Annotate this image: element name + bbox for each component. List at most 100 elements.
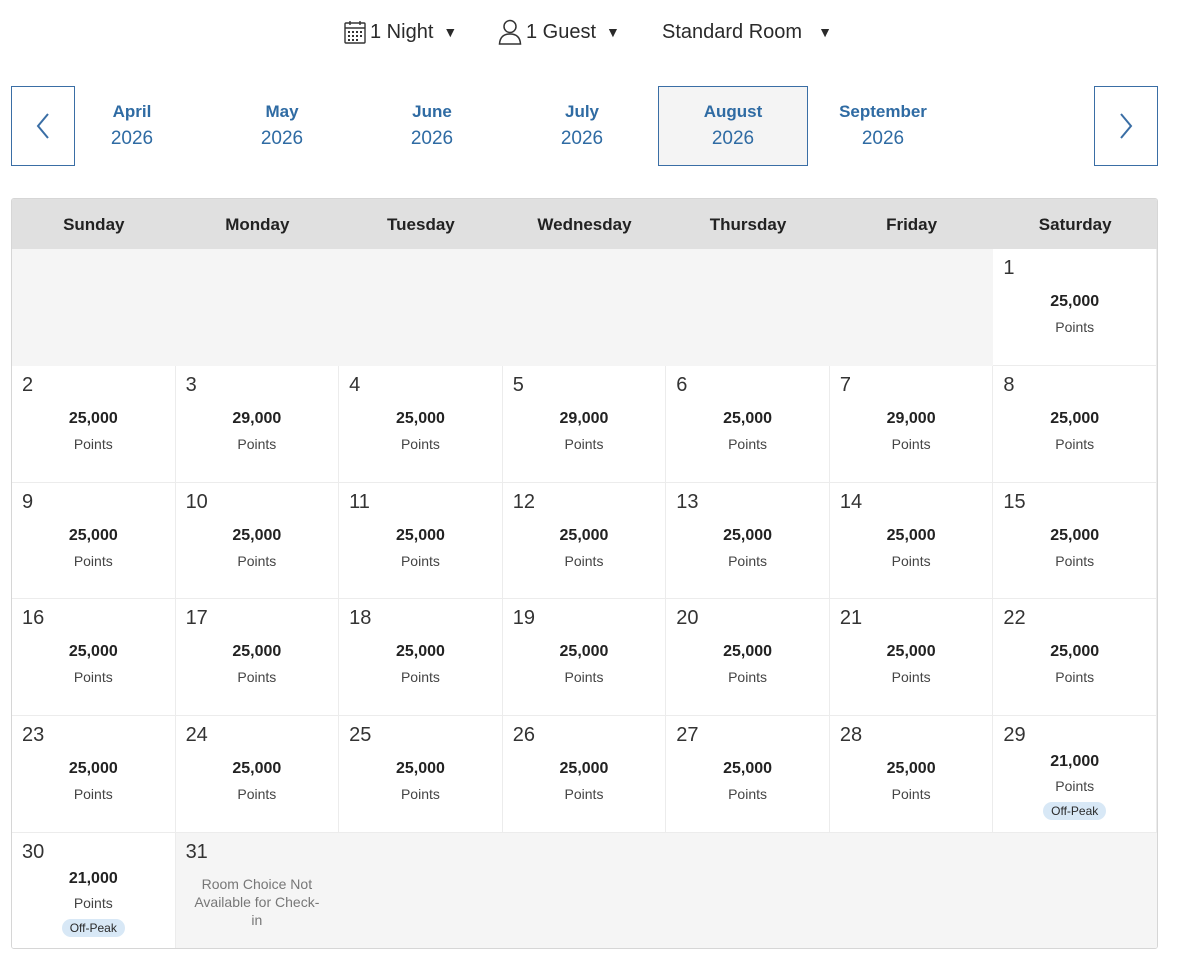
month-tab-september[interactable]: September 2026 <box>808 86 958 166</box>
month-tab-april[interactable]: April 2026 <box>57 86 207 166</box>
day-number: 3 <box>185 373 197 396</box>
next-months-button[interactable] <box>1094 86 1158 166</box>
day-cell[interactable]: 14 25,000 Points <box>829 482 994 600</box>
day-cell[interactable]: 29 21,000 Points Off-Peak <box>993 716 1157 833</box>
day-cell[interactable]: 11 25,000 Points <box>339 482 503 600</box>
nights-dropdown[interactable]: 1 Night ▼ <box>344 14 457 50</box>
day-cell[interactable]: 5 29,000 Points <box>502 365 667 483</box>
day-cell[interactable]: 3 29,000 Points <box>175 365 340 483</box>
weekday-tuesday: Tuesday <box>387 215 455 234</box>
day-number: 25 <box>349 724 372 747</box>
day-cell[interactable]: 6 25,000 Points <box>666 365 830 483</box>
month-name: May <box>265 102 299 121</box>
month-name: September <box>839 102 927 121</box>
month-tab-june[interactable]: June 2026 <box>357 86 507 166</box>
day-cell[interactable]: 10 25,000 Points <box>175 482 340 600</box>
day-number: 4 <box>349 373 361 396</box>
day-number: 10 <box>185 490 208 513</box>
day-cell[interactable]: 26 25,000 Points <box>502 716 667 833</box>
weekday-wednesday: Wednesday <box>537 215 632 234</box>
points-value: 25,000 <box>723 643 773 661</box>
points-label: Points <box>400 786 440 803</box>
day-cell[interactable]: 1 25,000 Points <box>993 249 1157 366</box>
day-cell[interactable]: 15 25,000 Points <box>993 482 1157 600</box>
points-value: 25,000 <box>232 643 282 661</box>
points-label: Points <box>564 786 604 803</box>
offpeak-badge-wrapper: Off-Peak <box>12 918 175 937</box>
month-tab-july[interactable]: July 2026 <box>507 86 657 166</box>
day-number: 19 <box>512 607 535 630</box>
empty-day-cell <box>502 832 667 948</box>
day-number: 29 <box>1003 724 1026 747</box>
month-tab-may[interactable]: May 2026 <box>207 86 357 166</box>
day-cell[interactable]: 25 25,000 Points <box>339 716 503 833</box>
chevron-right-icon <box>1120 113 1133 139</box>
points-value: 25,000 <box>559 643 609 661</box>
points-value: 29,000 <box>886 409 936 427</box>
month-name: August <box>703 102 763 121</box>
points-value: 25,000 <box>68 526 118 544</box>
day-number: 9 <box>22 490 34 513</box>
day-number: 26 <box>512 724 535 747</box>
points-value: 25,000 <box>886 643 936 661</box>
day-cell[interactable]: 20 25,000 Points <box>666 599 830 717</box>
empty-day-cell <box>502 249 667 366</box>
day-number: 18 <box>349 607 372 630</box>
day-number: 30 <box>22 840 45 863</box>
points-label: Points <box>728 669 768 686</box>
day-number: 13 <box>676 490 699 513</box>
day-cell[interactable]: 19 25,000 Points <box>502 599 667 717</box>
day-number: 5 <box>512 373 524 396</box>
day-cell[interactable]: 8 25,000 Points <box>993 365 1157 483</box>
day-cell[interactable]: 22 25,000 Points <box>993 599 1157 717</box>
points-value: 25,000 <box>1050 293 1100 310</box>
day-number: 22 <box>1003 607 1026 630</box>
nights-label: 1 Night <box>370 20 434 43</box>
points-label: Points <box>564 669 604 686</box>
month-name: April <box>112 102 152 121</box>
points-label: Points <box>564 552 604 569</box>
day-cell[interactable]: 27 25,000 Points <box>666 716 830 833</box>
day-cell[interactable]: 18 25,000 Points <box>339 599 503 717</box>
room-type-dropdown[interactable]: Standard Room ▼ <box>662 14 832 50</box>
empty-day-cell <box>339 249 503 366</box>
day-cell[interactable]: 7 29,000 Points <box>829 365 994 483</box>
guests-dropdown[interactable]: 1 Guest ▼ <box>498 14 620 50</box>
day-cell[interactable]: 16 25,000 Points <box>12 599 176 717</box>
day-cell[interactable]: 28 25,000 Points <box>829 716 994 833</box>
day-number: 15 <box>1003 490 1026 513</box>
points-label: Points <box>237 552 277 569</box>
day-cell[interactable]: 21 25,000 Points <box>829 599 994 717</box>
month-year: 2026 <box>711 128 755 149</box>
points-value: 25,000 <box>232 760 282 778</box>
points-label: Points <box>73 786 113 803</box>
month-tab-august[interactable]: August 2026 <box>658 86 808 166</box>
empty-day-cell <box>339 832 503 948</box>
points-value: 25,000 <box>395 760 445 778</box>
day-cell[interactable]: 9 25,000 Points <box>12 482 176 600</box>
day-number: 12 <box>512 490 535 513</box>
day-number: 6 <box>676 373 688 396</box>
day-cell: 31 Room Choice Not Available for Check-in <box>175 832 340 948</box>
day-cell[interactable]: 13 25,000 Points <box>666 482 830 600</box>
day-cell[interactable]: 30 21,000 Points Off-Peak <box>12 832 176 948</box>
day-number: 24 <box>185 724 208 747</box>
points-label: Points <box>891 435 931 452</box>
points-value: 29,000 <box>232 409 282 427</box>
points-value: 25,000 <box>1050 409 1100 427</box>
day-cell[interactable]: 2 25,000 Points <box>12 365 176 483</box>
day-number: 8 <box>1003 373 1015 396</box>
points-value: 25,000 <box>395 409 445 427</box>
day-cell[interactable]: 4 25,000 Points <box>339 365 503 483</box>
points-value: 21,000 <box>68 869 118 887</box>
day-number: 7 <box>839 373 851 396</box>
day-cell[interactable]: 24 25,000 Points <box>175 716 340 833</box>
day-cell[interactable]: 23 25,000 Points <box>12 716 176 833</box>
day-cell[interactable]: 12 25,000 Points <box>502 482 667 600</box>
day-cell[interactable]: 17 25,000 Points <box>175 599 340 717</box>
month-year: 2026 <box>260 128 304 149</box>
points-label: Points <box>728 786 768 803</box>
points-value: 25,000 <box>886 760 936 778</box>
filter-bar: 1 Night ▼ 1 Guest ▼ Standard Room ▼ <box>0 14 1200 50</box>
points-value: 25,000 <box>68 760 118 778</box>
